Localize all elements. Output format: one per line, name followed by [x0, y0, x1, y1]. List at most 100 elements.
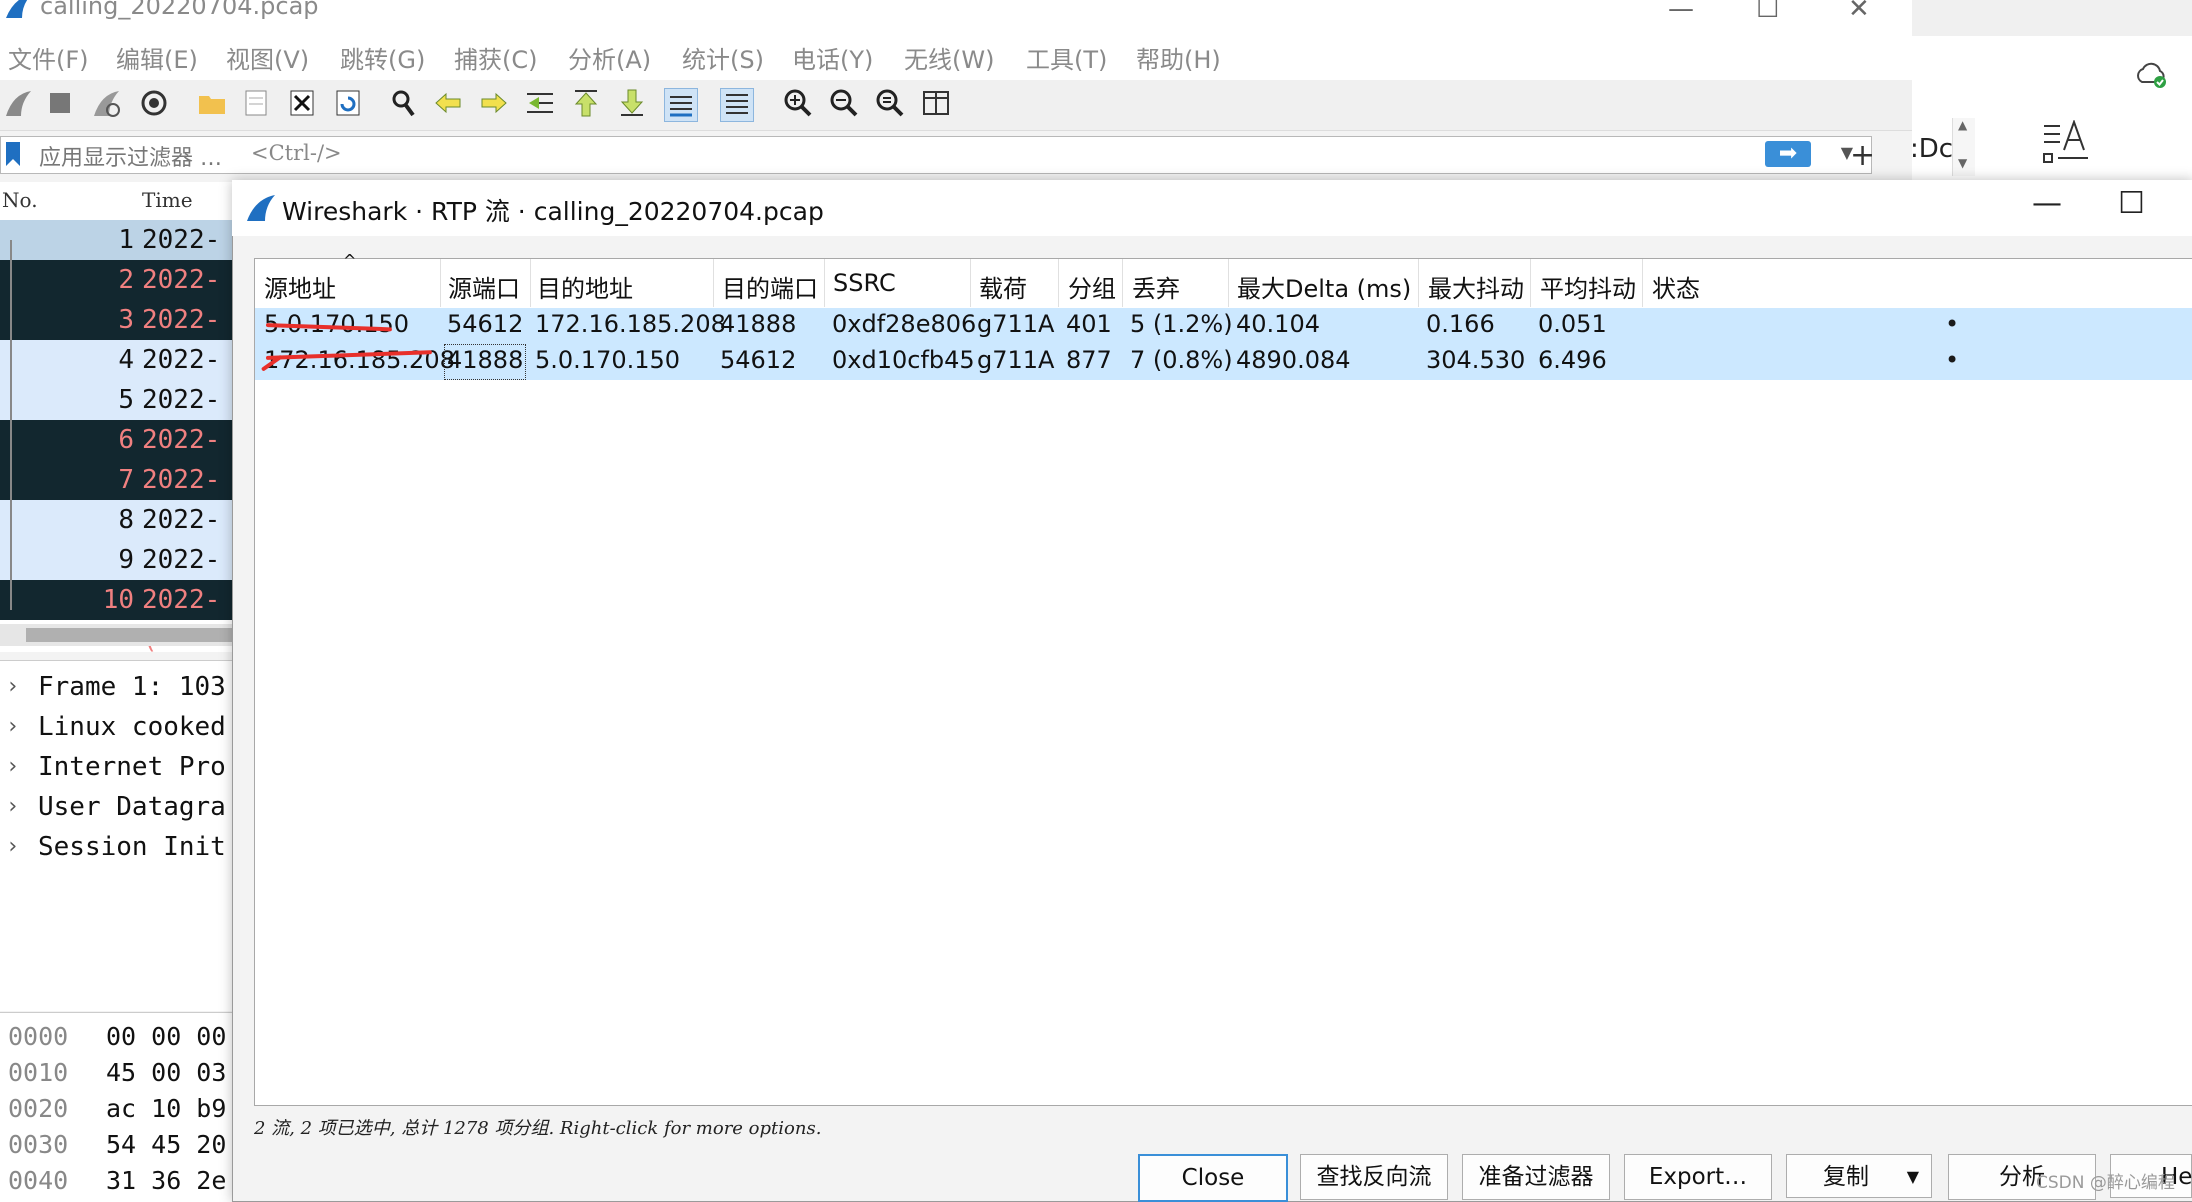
chevron-right-icon[interactable]: ›	[6, 827, 19, 867]
menu-view[interactable]: 视图(V)	[226, 40, 309, 75]
header-separator[interactable]	[530, 259, 531, 307]
maximize-icon[interactable]: ☐	[1756, 0, 1779, 24]
detail-item[interactable]: › Frame 1: 103	[0, 667, 232, 707]
background-scroll-arrows[interactable]: ▲ ▼	[1952, 118, 1975, 176]
table-row[interactable]: 52022-(	[0, 380, 232, 455]
find-reverse-button[interactable]: 查找反向流	[1300, 1154, 1448, 1200]
bytes-row[interactable]: 0020 ac 10 b9	[0, 1091, 232, 1127]
go-first-packet-icon[interactable]	[570, 88, 602, 120]
find-packet-icon[interactable]	[388, 88, 420, 120]
header-separator[interactable]	[824, 259, 825, 307]
bytes-row[interactable]: 0040 31 36 2e	[0, 1163, 232, 1199]
col-src-addr[interactable]: 源地址	[264, 269, 336, 304]
col-dst-addr[interactable]: 目的地址	[537, 269, 633, 304]
detail-item[interactable]: › Internet Pro	[0, 747, 232, 787]
menu-file[interactable]: 文件(F)	[8, 40, 89, 75]
menu-help[interactable]: 帮助(H)	[1136, 40, 1221, 75]
table-row[interactable]: 82022-(	[0, 500, 232, 575]
export-button[interactable]: Export…	[1624, 1154, 1772, 1200]
bytes-row[interactable]: 0030 54 45 20	[0, 1127, 232, 1163]
column-no[interactable]: No.	[2, 188, 38, 212]
close-icon[interactable]: ✕	[1848, 0, 1870, 24]
table-row[interactable]: 32022-(	[0, 300, 232, 375]
packet-list-scroll-thumb[interactable]	[26, 628, 232, 642]
go-last-packet-icon[interactable]	[616, 88, 648, 120]
table-row[interactable]: 62022-(	[0, 420, 232, 495]
table-row[interactable]: 5.0.170.150 54612 172.16.185.208 41888 0…	[255, 308, 2192, 344]
minimize-icon[interactable]: —	[1668, 0, 1694, 24]
col-mean-jitter[interactable]: 平均抖动	[1540, 269, 1636, 304]
open-file-icon[interactable]	[196, 88, 228, 120]
resize-columns-icon[interactable]	[920, 88, 952, 120]
dialog-minimize-icon[interactable]: —	[2032, 186, 2062, 221]
close-file-icon[interactable]	[286, 88, 318, 120]
table-row[interactable]: 42022-(	[0, 340, 232, 415]
header-separator[interactable]	[1122, 259, 1123, 307]
save-file-icon[interactable]	[240, 88, 272, 120]
go-to-packet-icon[interactable]	[524, 88, 556, 120]
table-row[interactable]: 22022-(	[0, 260, 232, 335]
menu-edit[interactable]: 编辑(E)	[116, 40, 198, 75]
restart-capture-icon[interactable]	[90, 88, 122, 120]
chevron-right-icon[interactable]: ›	[6, 787, 19, 827]
reload-file-icon[interactable]	[332, 88, 364, 120]
column-time[interactable]: Time	[142, 188, 193, 212]
header-separator[interactable]	[1418, 259, 1419, 307]
chevron-right-icon[interactable]: ›	[6, 667, 19, 707]
table-row[interactable]: 72022-(	[0, 460, 232, 535]
auto-scroll-icon[interactable]	[664, 88, 698, 122]
display-filter-bar[interactable]: 应用显示过滤器 … <Ctrl-/> ➡ ▼	[0, 136, 1872, 174]
scroll-down-icon[interactable]: ▼	[1958, 156, 1967, 170]
cloud-sync-icon[interactable]	[2134, 60, 2168, 90]
detail-item[interactable]: › Session Init	[0, 827, 232, 867]
start-capture-icon[interactable]	[2, 88, 34, 120]
zoom-in-icon[interactable]	[782, 88, 814, 120]
table-row[interactable]: 92022-(	[0, 540, 232, 615]
table-row[interactable]: 10 2022-(	[0, 580, 232, 655]
capture-options-icon[interactable]	[138, 88, 170, 120]
go-forward-icon[interactable]	[478, 88, 510, 120]
scroll-up-icon[interactable]: ▲	[1958, 118, 1967, 132]
menu-go[interactable]: 跳转(G)	[340, 40, 425, 75]
prepare-filter-button[interactable]: 准备过滤器	[1462, 1154, 1610, 1200]
menu-wireless[interactable]: 无线(W)	[904, 40, 994, 75]
header-separator[interactable]	[713, 259, 714, 307]
menu-statistics[interactable]: 统计(S)	[682, 40, 764, 75]
bookmark-icon[interactable]	[5, 141, 21, 167]
apply-filter-arrow-icon[interactable]: ➡	[1765, 141, 1811, 167]
header-separator[interactable]	[970, 259, 971, 307]
detail-item[interactable]: › Linux cooked	[0, 707, 232, 747]
header-separator[interactable]	[1530, 259, 1531, 307]
bytes-row[interactable]: 0010 45 00 03	[0, 1055, 232, 1091]
copy-button[interactable]: 复制 ▼	[1786, 1154, 1932, 1198]
stop-capture-icon[interactable]	[44, 88, 76, 120]
table-row[interactable]: 172.16.185.208 41888 5.0.170.150 54612 0…	[255, 344, 2192, 380]
dialog-maximize-icon[interactable]: ☐	[2118, 186, 2145, 221]
header-separator[interactable]	[1058, 259, 1059, 307]
col-payload[interactable]: 载荷	[979, 269, 1027, 304]
col-src-port[interactable]: 源端口	[448, 269, 520, 304]
add-filter-button-icon[interactable]: +	[1850, 138, 1875, 173]
menu-analyze[interactable]: 分析(A)	[568, 40, 651, 75]
text-format-icon[interactable]	[2042, 120, 2092, 166]
bytes-row[interactable]: 0000 00 00 00	[0, 1019, 232, 1055]
caret-down-icon[interactable]: ▼	[1907, 1155, 1919, 1199]
col-max-jitter[interactable]: 最大抖动	[1428, 269, 1524, 304]
menu-tools[interactable]: 工具(T)	[1026, 40, 1107, 75]
colorize-icon[interactable]	[720, 88, 754, 122]
header-separator[interactable]	[1228, 259, 1229, 307]
col-status[interactable]: 状态	[1652, 269, 1700, 304]
zoom-out-icon[interactable]	[828, 88, 860, 120]
detail-item[interactable]: › User Datagra	[0, 787, 232, 827]
table-row[interactable]: 12022-(	[0, 220, 232, 295]
header-separator[interactable]	[1642, 259, 1643, 307]
col-max-delta[interactable]: 最大Delta (ms)	[1237, 269, 1411, 304]
menu-telephony[interactable]: 电话(Y)	[792, 40, 873, 75]
col-packets[interactable]: 分组	[1068, 269, 1116, 304]
menu-capture[interactable]: 捕获(C)	[454, 40, 537, 75]
chevron-right-icon[interactable]: ›	[6, 747, 19, 787]
col-ssrc[interactable]: SSRC	[833, 269, 896, 297]
go-back-icon[interactable]	[432, 88, 464, 120]
col-lost[interactable]: 丢弃	[1132, 269, 1180, 304]
normal-size-icon[interactable]	[874, 88, 906, 120]
